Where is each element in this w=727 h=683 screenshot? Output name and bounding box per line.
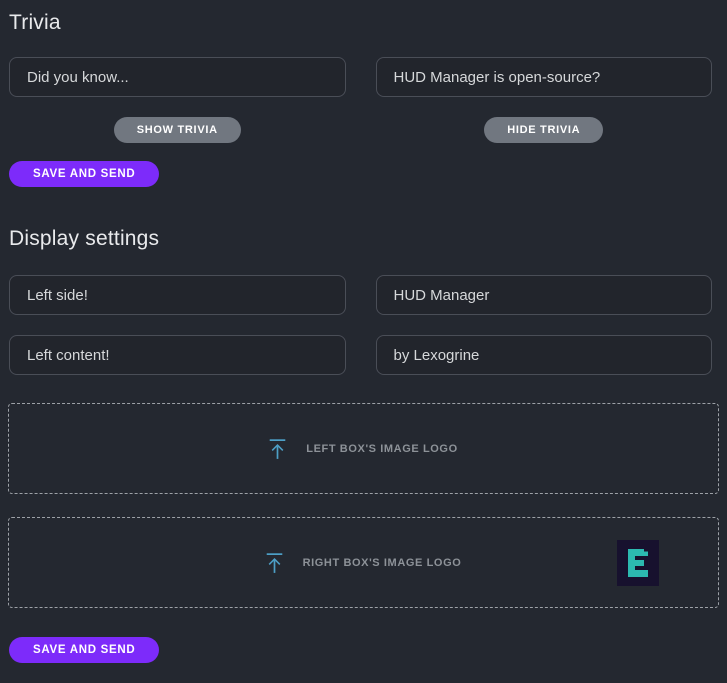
display-settings-section: Display settings LEFT BOX'S IMAGE LOGO (9, 228, 712, 663)
display-settings-inputs (9, 275, 712, 375)
left-box-logo-upload-dropzone[interactable]: LEFT BOX'S IMAGE LOGO (8, 403, 719, 494)
upload-icon (269, 438, 286, 460)
left-box-logo-upload-label: LEFT BOX'S IMAGE LOGO (306, 443, 458, 455)
left-side-title-input[interactable] (9, 275, 346, 315)
right-content-input[interactable] (376, 335, 713, 375)
trivia-section-title: Trivia (9, 12, 712, 33)
trivia-section: Trivia SHOW TRIVIA HIDE TRIVIA SAVE AND … (9, 12, 712, 187)
right-box-logo-upload-dropzone[interactable]: RIGHT BOX'S IMAGE LOGO (8, 517, 719, 608)
hide-trivia-button[interactable]: HIDE TRIVIA (484, 117, 603, 143)
right-side-title-input[interactable] (376, 275, 713, 315)
display-settings-title: Display settings (9, 228, 712, 249)
show-trivia-button[interactable]: SHOW TRIVIA (114, 117, 241, 143)
settings-page: Trivia SHOW TRIVIA HIDE TRIVIA SAVE AND … (0, 0, 727, 683)
upload-icon (266, 552, 283, 574)
left-content-input[interactable] (9, 335, 346, 375)
right-box-logo-preview-image (617, 540, 659, 586)
trivia-save-and-send-button[interactable]: SAVE AND SEND (9, 161, 159, 187)
right-box-logo-upload-label: RIGHT BOX'S IMAGE LOGO (303, 557, 462, 569)
trivia-question-input[interactable] (9, 57, 346, 97)
trivia-buttons-row: SHOW TRIVIA HIDE TRIVIA (9, 117, 712, 143)
display-settings-save-and-send-button[interactable]: SAVE AND SEND (9, 637, 159, 663)
trivia-inputs-row (9, 57, 712, 97)
trivia-answer-input[interactable] (376, 57, 713, 97)
